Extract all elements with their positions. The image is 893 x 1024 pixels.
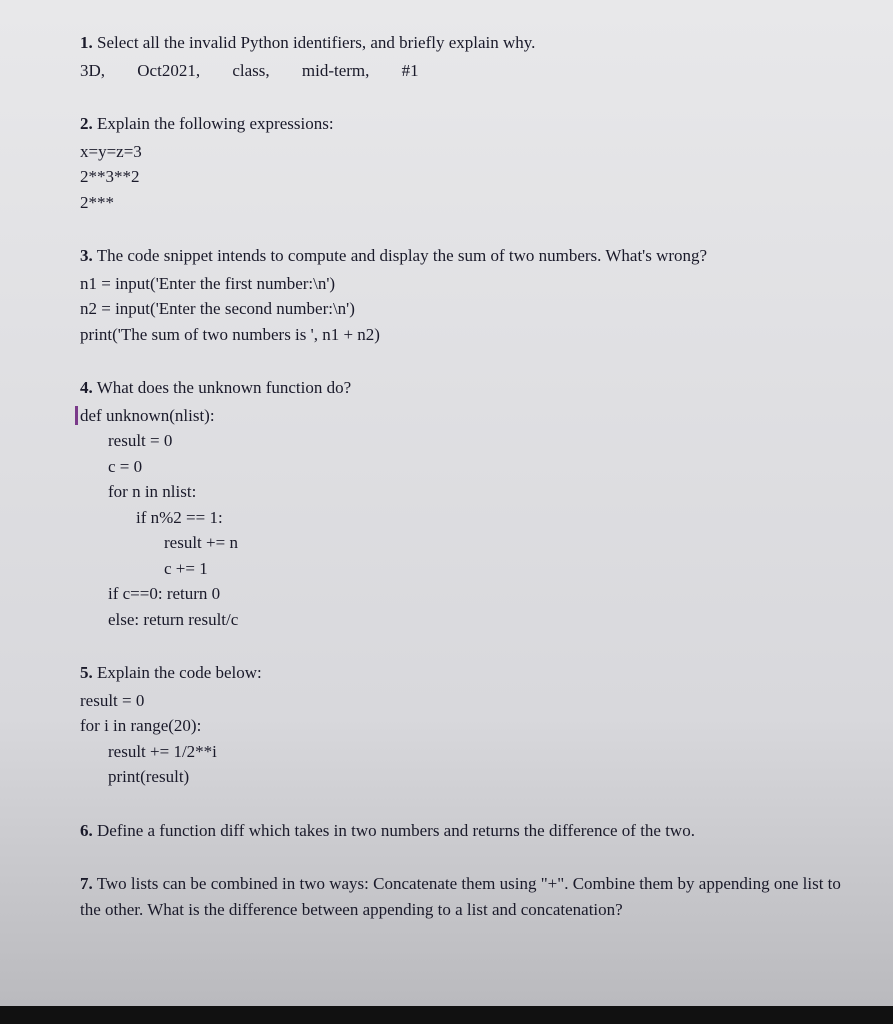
q1-number: 1. xyxy=(80,33,93,52)
q2-line-0: x=y=z=3 xyxy=(80,139,843,165)
document-page: 1. Select all the invalid Python identif… xyxy=(0,0,893,980)
q7-number: 7. xyxy=(80,874,93,893)
q4-def-text: def unknown(nlist): xyxy=(75,406,215,425)
q5-line-1: for i in range(20): xyxy=(80,713,843,739)
q7-prompt: 7. Two lists can be combined in two ways… xyxy=(80,871,843,922)
q5-text: Explain the code below: xyxy=(97,663,262,682)
q5-line-3: print(result) xyxy=(108,764,843,790)
q6-number: 6. xyxy=(80,821,93,840)
q7-text: Two lists can be combined in two ways: C… xyxy=(80,874,841,919)
q3-line-0: n1 = input('Enter the first number:\n') xyxy=(80,271,843,297)
question-2: 2. Explain the following expressions: x=… xyxy=(80,111,843,215)
q4-line-4: result += n xyxy=(164,530,843,556)
q4-number: 4. xyxy=(80,378,93,397)
q5-line-0: result = 0 xyxy=(80,688,843,714)
q1-opt-2: class, xyxy=(232,61,269,80)
q1-prompt: 1. Select all the invalid Python identif… xyxy=(80,30,843,56)
page-edge-shadow xyxy=(0,1006,893,1024)
question-1: 1. Select all the invalid Python identif… xyxy=(80,30,843,83)
q3-text: The code snippet intends to compute and … xyxy=(97,246,707,265)
q2-number: 2. xyxy=(80,114,93,133)
q2-prompt: 2. Explain the following expressions: xyxy=(80,111,843,137)
q5-number: 5. xyxy=(80,663,93,682)
q2-line-2: 2*** xyxy=(80,190,843,216)
q4-line-1: c = 0 xyxy=(108,454,843,480)
q5-prompt: 5. Explain the code below: xyxy=(80,660,843,686)
q3-prompt: 3. The code snippet intends to compute a… xyxy=(80,243,843,269)
q5-line-2: result += 1/2**i xyxy=(108,739,843,765)
q6-prompt: 6. Define a function diff which takes in… xyxy=(80,818,843,844)
q1-options: 3D, Oct2021, class, mid-term, #1 xyxy=(80,58,843,84)
q6-text: Define a function diff which takes in tw… xyxy=(97,821,695,840)
q4-line-5: c += 1 xyxy=(164,556,843,582)
q4-text: What does the unknown function do? xyxy=(97,378,351,397)
q3-number: 3. xyxy=(80,246,93,265)
q4-line-0: result = 0 xyxy=(108,428,843,454)
question-6: 6. Define a function diff which takes in… xyxy=(80,818,843,844)
q4-line-7: else: return result/c xyxy=(108,607,843,633)
q3-line-1: n2 = input('Enter the second number:\n') xyxy=(80,296,843,322)
q2-line-1: 2**3**2 xyxy=(80,164,843,190)
q1-opt-0: 3D, xyxy=(80,61,105,80)
q2-text: Explain the following expressions: xyxy=(97,114,334,133)
q1-text: Select all the invalid Python identifier… xyxy=(97,33,535,52)
q4-def: def unknown(nlist): xyxy=(80,403,843,429)
question-7: 7. Two lists can be combined in two ways… xyxy=(80,871,843,922)
q1-opt-3: mid-term, xyxy=(302,61,370,80)
question-5: 5. Explain the code below: result = 0 fo… xyxy=(80,660,843,790)
q3-line-2: print('The sum of two numbers is ', n1 +… xyxy=(80,322,843,348)
q4-line-3: if n%2 == 1: xyxy=(136,505,843,531)
q1-opt-1: Oct2021, xyxy=(137,61,200,80)
question-3: 3. The code snippet intends to compute a… xyxy=(80,243,843,347)
q4-line-2: for n in nlist: xyxy=(108,479,843,505)
q1-opt-4: #1 xyxy=(402,61,419,80)
q4-prompt: 4. What does the unknown function do? xyxy=(80,375,843,401)
question-4: 4. What does the unknown function do? de… xyxy=(80,375,843,632)
q4-line-6: if c==0: return 0 xyxy=(108,581,843,607)
